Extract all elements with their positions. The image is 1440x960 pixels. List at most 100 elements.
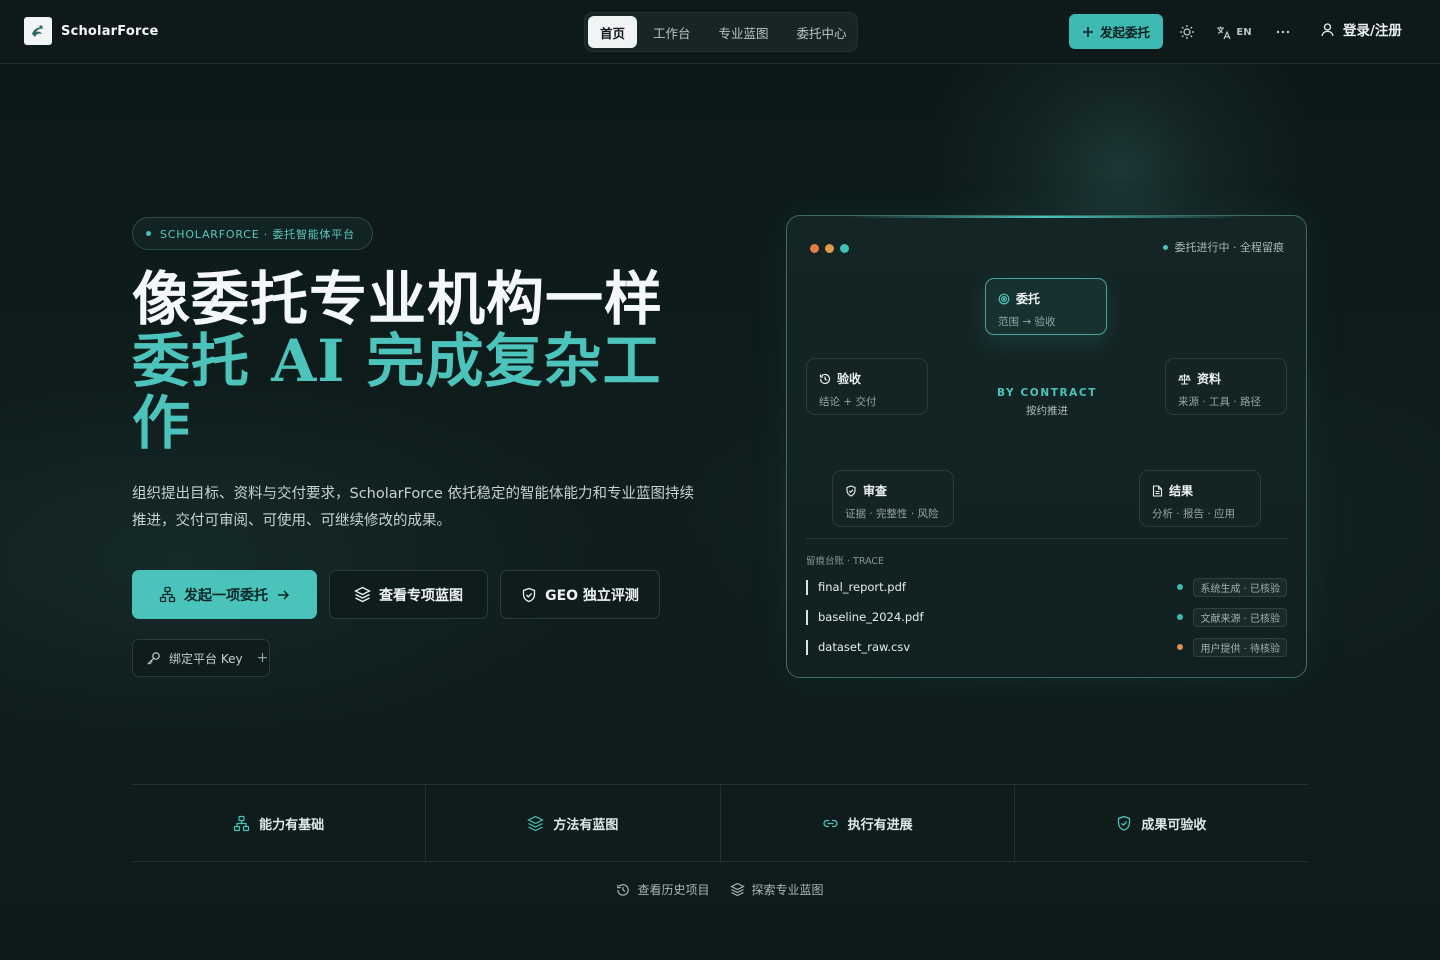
view-history-link[interactable]: 查看历史项目 xyxy=(616,881,710,898)
cta-group: 发起一项委托 查看专项蓝图 GEO 独立评测 xyxy=(132,570,660,619)
nav-item-commission-center[interactable]: 委托中心 xyxy=(785,16,859,48)
trace-status-dot xyxy=(1177,644,1184,650)
feature-blueprint: 方法有蓝图 xyxy=(426,785,721,861)
node-review-sub: 证据 · 完整性 · 风险 xyxy=(845,508,939,520)
key-icon xyxy=(146,651,161,666)
login-register-link[interactable]: 登录/注册 xyxy=(1320,19,1402,39)
window-dot-teal xyxy=(840,244,849,253)
network-icon xyxy=(233,815,250,832)
layers-icon xyxy=(527,815,545,832)
node-entrust-title: 委托 xyxy=(1016,292,1041,306)
trace-bar xyxy=(806,609,808,625)
more-menu-button[interactable] xyxy=(1273,21,1293,43)
node-material-title: 资料 xyxy=(1197,372,1222,386)
view-blueprint-button[interactable]: 查看专项蓝图 xyxy=(329,570,488,619)
feature-progress-label: 执行有进展 xyxy=(847,817,913,833)
node-accept[interactable]: 验收 结论 + 交付 xyxy=(806,358,928,415)
trace-tag: 文献来源 · 已核验 xyxy=(1193,607,1287,627)
feature-blueprint-label: 方法有蓝图 xyxy=(553,817,619,833)
panel-status-text: 委托进行中 · 全程留痕 xyxy=(1174,241,1285,254)
geo-evaluation-label: GEO 独立评测 xyxy=(545,587,639,604)
target-icon xyxy=(998,293,1010,305)
start-a-commission-label: 发起一项委托 xyxy=(184,587,268,604)
brand-mark-icon xyxy=(24,17,52,45)
hero-description: 组织提出目标、资料与交付要求，ScholarForce 依托稳定的智能体能力和专… xyxy=(132,486,694,529)
node-entrust-sub: 范围 → 验收 xyxy=(998,316,1056,328)
feature-strip: 能力有基础 方法有蓝图 执行有进展 成果可验收 xyxy=(132,784,1308,862)
arrow-right-icon xyxy=(276,588,290,602)
badge-dot xyxy=(146,231,151,236)
node-accept-sub: 结论 + 交付 xyxy=(819,396,877,408)
trace-divider xyxy=(806,538,1287,539)
headline-line-2: 委托 AI 完成复杂工作 xyxy=(132,327,662,457)
top-navigation-bar: ScholarForce 首页 工作台 专业蓝图 委托中心 发起委托 EN 登录… xyxy=(0,0,1440,64)
login-register-label: 登录/注册 xyxy=(1343,23,1402,39)
brand-name: ScholarForce xyxy=(61,23,159,39)
node-result-sub: 分析 · 报告 · 应用 xyxy=(1152,508,1236,520)
node-review[interactable]: 审查 证据 · 完整性 · 风险 xyxy=(832,470,954,527)
window-dot-amber xyxy=(825,244,834,253)
trace-tag: 用户提供 · 待核验 xyxy=(1193,637,1287,657)
platform-badge: SCHOLARFORCE · 委托智能体平台 xyxy=(132,217,373,250)
view-blueprint-label: 查看专项蓝图 xyxy=(379,587,463,604)
shield-check-icon xyxy=(1116,815,1132,832)
brand-logo[interactable]: ScholarForce xyxy=(24,17,159,45)
start-commission-label: 发起委托 xyxy=(1099,25,1150,40)
start-a-commission-button[interactable]: 发起一项委托 xyxy=(132,570,317,619)
trace-file: baseline_2024.pdf xyxy=(818,610,924,624)
trace-bar xyxy=(806,639,808,655)
main-nav: 首页 工作台 专业蓝图 委托中心 xyxy=(584,12,858,52)
trace-bar xyxy=(806,579,808,595)
theme-toggle-button[interactable] xyxy=(1177,21,1197,43)
feature-capability-label: 能力有基础 xyxy=(259,817,325,833)
feature-acceptance: 成果可验收 xyxy=(1015,785,1308,861)
hero-headline: 像委托专业机构一样 委托 AI 完成复杂工作 xyxy=(132,268,692,454)
trace-title: 留痕台账 · TRACE xyxy=(806,556,885,567)
link-icon xyxy=(822,815,839,832)
sun-icon xyxy=(1179,24,1195,40)
center-title: BY CONTRACT xyxy=(997,387,1097,399)
feature-progress: 执行有进展 xyxy=(721,785,1015,861)
start-commission-button[interactable]: 发起委托 xyxy=(1069,14,1163,49)
view-history-label: 查看历史项目 xyxy=(637,883,710,897)
nav-item-blueprints[interactable]: 专业蓝图 xyxy=(707,16,781,48)
status-dot xyxy=(1162,244,1168,250)
more-horizontal-icon xyxy=(1276,30,1290,34)
panel-accent-line xyxy=(847,216,1246,218)
feature-acceptance-label: 成果可验收 xyxy=(1141,817,1207,833)
trace-file: dataset_raw.csv xyxy=(818,640,911,654)
footer-links: 查看历史项目 探索专业蓝图 xyxy=(0,881,1440,898)
panel-status: 委托进行中 · 全程留痕 xyxy=(1162,239,1285,255)
file-text-icon xyxy=(1152,484,1163,497)
translate-icon xyxy=(1216,25,1231,40)
node-material[interactable]: 资料 来源 · 工具 · 路径 xyxy=(1165,358,1287,415)
user-icon xyxy=(1320,22,1335,37)
shield-check-icon xyxy=(845,484,857,497)
headline-line-1: 像委托专业机构一样 xyxy=(132,265,664,333)
bind-platform-key-button[interactable]: 绑定平台 Key + xyxy=(132,639,270,677)
trace-row[interactable]: final_report.pdf 系统生成 · 已核验 xyxy=(806,577,1287,597)
explore-blueprint-link[interactable]: 探索专业蓝图 xyxy=(729,881,824,898)
shield-check-icon xyxy=(521,587,537,603)
window-dot-orange xyxy=(810,244,819,253)
language-label: EN xyxy=(1236,26,1252,38)
network-icon xyxy=(159,586,176,603)
layers-icon xyxy=(729,882,745,897)
trace-row[interactable]: dataset_raw.csv 用户提供 · 待核验 xyxy=(806,637,1287,657)
trace-status-dot xyxy=(1177,614,1184,620)
history-icon xyxy=(616,883,630,897)
geo-evaluation-button[interactable]: GEO 独立评测 xyxy=(500,570,660,619)
plus-icon xyxy=(1082,26,1094,38)
feature-capability: 能力有基础 xyxy=(132,785,427,861)
node-review-title: 审查 xyxy=(863,484,888,498)
node-entrust[interactable]: 委托 范围 → 验收 xyxy=(985,278,1107,335)
nav-item-home[interactable]: 首页 xyxy=(588,16,638,48)
nav-item-workbench[interactable]: 工作台 xyxy=(641,16,703,48)
language-switch-button[interactable]: EN xyxy=(1215,21,1253,43)
explore-blueprint-label: 探索专业蓝图 xyxy=(751,883,824,897)
plus-icon: + xyxy=(256,650,269,666)
trace-tag: 系统生成 · 已核验 xyxy=(1193,577,1287,597)
trace-row[interactable]: baseline_2024.pdf 文献来源 · 已核验 xyxy=(806,607,1287,627)
node-result[interactable]: 结果 分析 · 报告 · 应用 xyxy=(1139,470,1261,527)
bind-platform-key-label: 绑定平台 Key xyxy=(169,651,243,666)
